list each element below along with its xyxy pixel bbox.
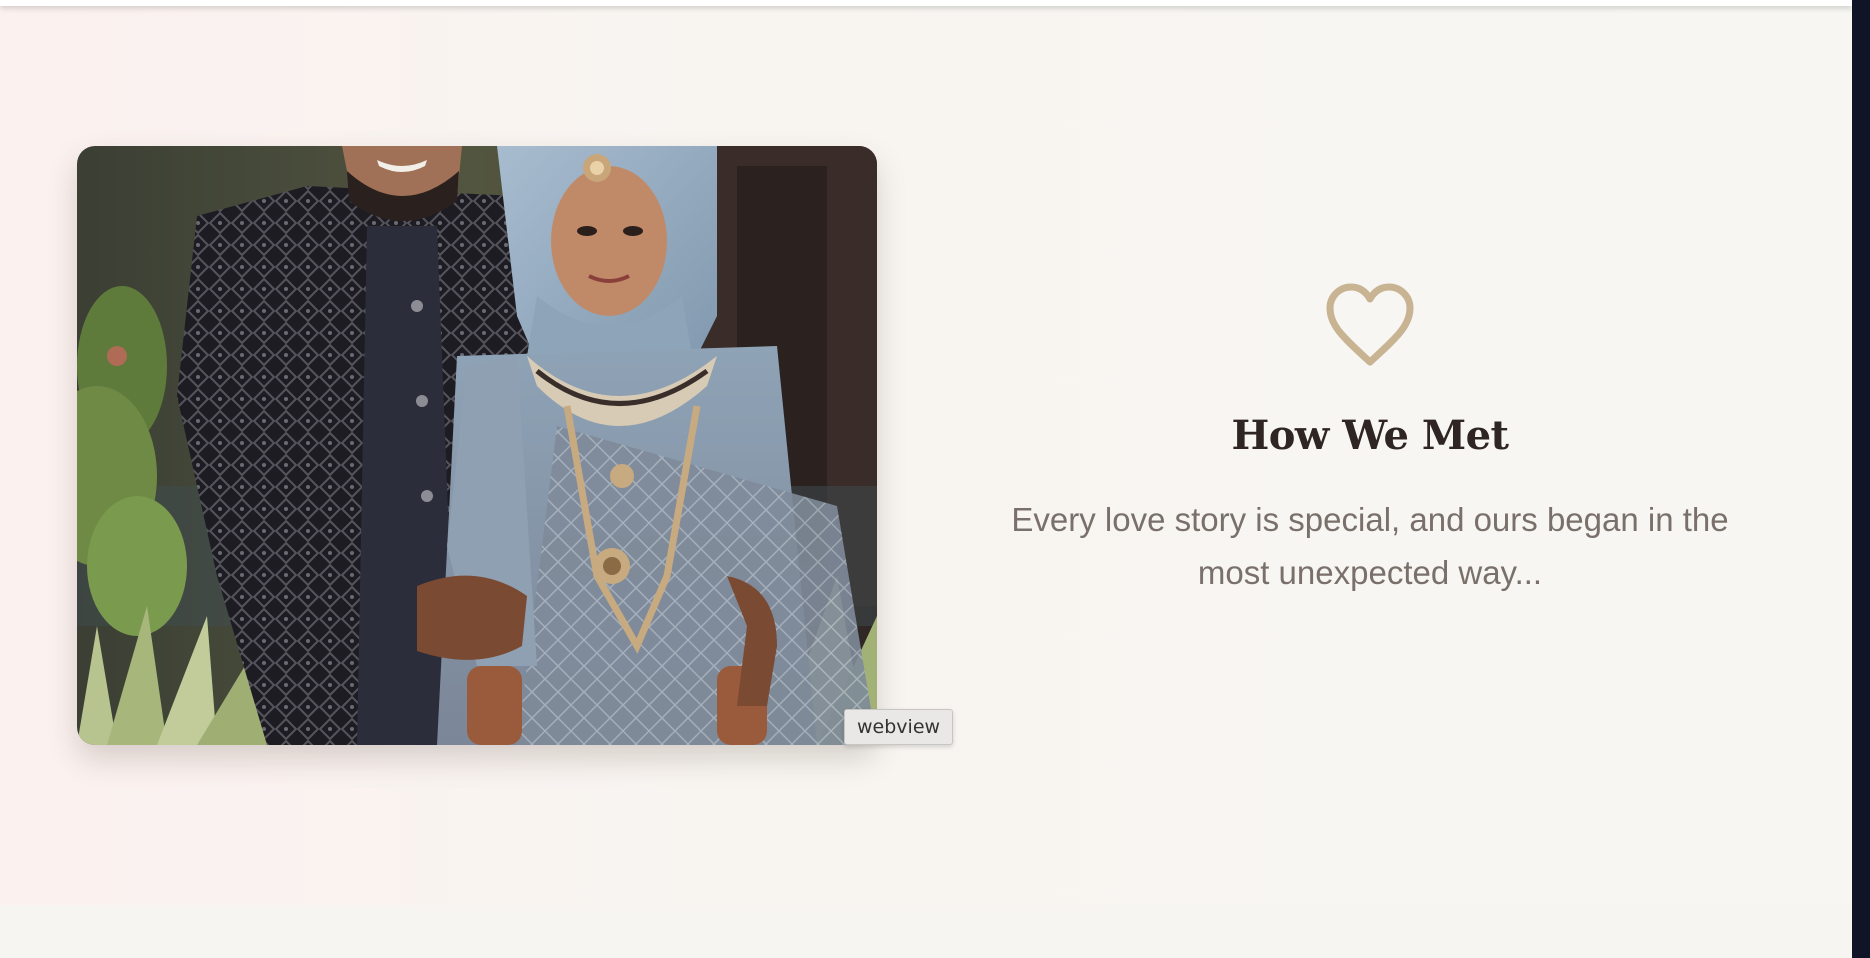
- webview-tooltip: webview: [844, 709, 954, 745]
- window-edge: [1852, 0, 1870, 958]
- section-title: How We Met: [1231, 412, 1509, 459]
- section-subtitle: Every love story is special, and ours be…: [1011, 501, 1729, 591]
- top-navigation-bar: [0, 0, 1852, 6]
- section-footer-strip: [0, 905, 1852, 958]
- heart-icon: [1326, 283, 1414, 366]
- couple-photo: [77, 146, 877, 745]
- story-content: How We Met Every love story is special, …: [960, 280, 1780, 599]
